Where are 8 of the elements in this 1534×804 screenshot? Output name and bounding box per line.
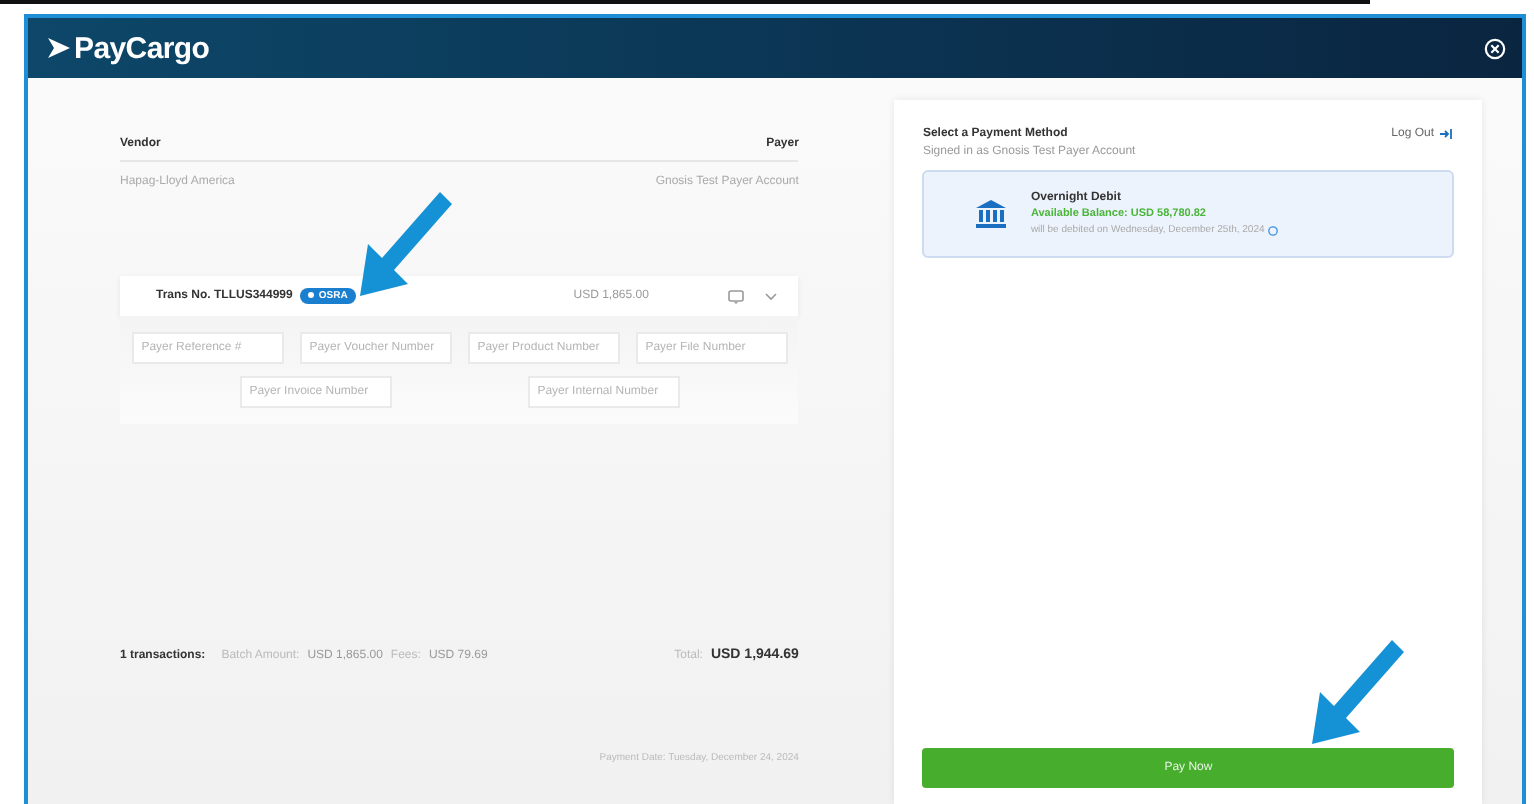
close-icon[interactable] (1484, 37, 1506, 59)
logout-icon (1440, 128, 1454, 140)
chevron-down-icon[interactable] (764, 291, 779, 301)
bank-icon (976, 200, 1007, 228)
paycargo-logo: PayCargo (48, 31, 210, 65)
comment-icon[interactable] (728, 289, 745, 303)
help-icon[interactable] (1268, 225, 1279, 235)
chevron-logo-icon (48, 38, 70, 58)
